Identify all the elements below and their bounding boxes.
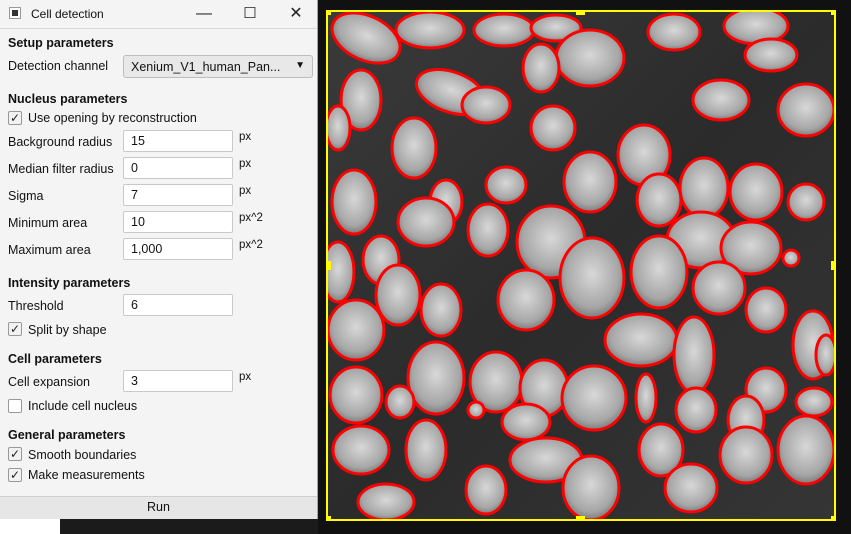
setup-heading: Setup parameters bbox=[8, 36, 114, 50]
min-area-unit: px^2 bbox=[239, 212, 263, 224]
resize-handle[interactable] bbox=[322, 516, 331, 525]
detection-channel-select[interactable]: Xenium_V1_human_Pan... ▼ bbox=[123, 55, 313, 78]
image-viewer[interactable] bbox=[320, 6, 840, 525]
nucleus-heading: Nucleus parameters bbox=[8, 92, 128, 106]
split-by-shape-label: Split by shape bbox=[28, 323, 107, 337]
parameters-panel: Setup parameters Detection channel Xeniu… bbox=[0, 28, 317, 499]
include-nucleus-checkbox[interactable] bbox=[8, 399, 22, 413]
resize-handle[interactable] bbox=[831, 516, 840, 525]
background-radius-input[interactable]: 15 bbox=[123, 130, 233, 152]
window-title: Cell detection bbox=[31, 7, 104, 21]
smooth-boundaries-label: Smooth boundaries bbox=[28, 448, 137, 462]
max-area-input[interactable]: 1,000 bbox=[123, 238, 233, 260]
background-radius-label: Background radius bbox=[8, 135, 113, 149]
median-filter-label: Median filter radius bbox=[8, 162, 114, 176]
intensity-heading: Intensity parameters bbox=[8, 276, 131, 290]
cell-heading: Cell parameters bbox=[8, 352, 102, 366]
microscopy-image[interactable] bbox=[320, 6, 840, 525]
chevron-down-icon: ▼ bbox=[295, 60, 305, 71]
maximize-button[interactable]: ☐ bbox=[227, 0, 273, 28]
resize-handle[interactable] bbox=[576, 516, 585, 525]
title-bar[interactable]: Cell detection — ☐ ✕ bbox=[0, 0, 317, 28]
close-button[interactable]: ✕ bbox=[273, 0, 319, 28]
sigma-input[interactable]: 7 bbox=[123, 184, 233, 206]
minimize-button[interactable]: — bbox=[181, 0, 227, 28]
resize-handle[interactable] bbox=[576, 6, 585, 15]
taskbar-strip-dark bbox=[60, 519, 318, 534]
smooth-boundaries-checkbox[interactable]: ✓ bbox=[8, 447, 22, 461]
median-filter-input[interactable]: 0 bbox=[123, 157, 233, 179]
resize-handle[interactable] bbox=[322, 6, 331, 15]
detection-channel-label: Detection channel bbox=[8, 59, 109, 73]
use-opening-checkbox[interactable]: ✓ bbox=[8, 111, 22, 125]
split-by-shape-checkbox[interactable]: ✓ bbox=[8, 322, 22, 336]
max-area-label: Maximum area bbox=[8, 243, 91, 257]
app-icon bbox=[9, 7, 21, 19]
use-opening-label: Use opening by reconstruction bbox=[28, 111, 197, 125]
median-filter-unit: px bbox=[239, 158, 252, 170]
make-measurements-checkbox[interactable]: ✓ bbox=[8, 468, 22, 482]
threshold-input[interactable]: 6 bbox=[123, 294, 233, 316]
cell-expansion-label: Cell expansion bbox=[8, 375, 90, 389]
cell-expansion-unit: px bbox=[239, 371, 252, 383]
max-area-unit: px^2 bbox=[239, 239, 263, 251]
detection-channel-value: Xenium_V1_human_Pan... bbox=[131, 60, 281, 74]
background-radius-unit: px bbox=[239, 131, 252, 143]
resize-handle[interactable] bbox=[322, 261, 331, 270]
min-area-label: Minimum area bbox=[8, 216, 88, 230]
sigma-label: Sigma bbox=[8, 189, 44, 203]
resize-handle[interactable] bbox=[831, 6, 840, 15]
make-measurements-label: Make measurements bbox=[28, 468, 145, 482]
min-area-input[interactable]: 10 bbox=[123, 211, 233, 233]
cell-expansion-input[interactable]: 3 bbox=[123, 370, 233, 392]
threshold-label: Threshold bbox=[8, 299, 64, 313]
resize-handle[interactable] bbox=[831, 261, 840, 270]
sigma-unit: px bbox=[239, 185, 252, 197]
general-heading: General parameters bbox=[8, 428, 126, 442]
include-nucleus-label: Include cell nucleus bbox=[28, 399, 138, 413]
run-button[interactable]: Run bbox=[0, 496, 317, 519]
cell-detection-dialog: Cell detection — ☐ ✕ Setup parameters De… bbox=[0, 0, 318, 519]
